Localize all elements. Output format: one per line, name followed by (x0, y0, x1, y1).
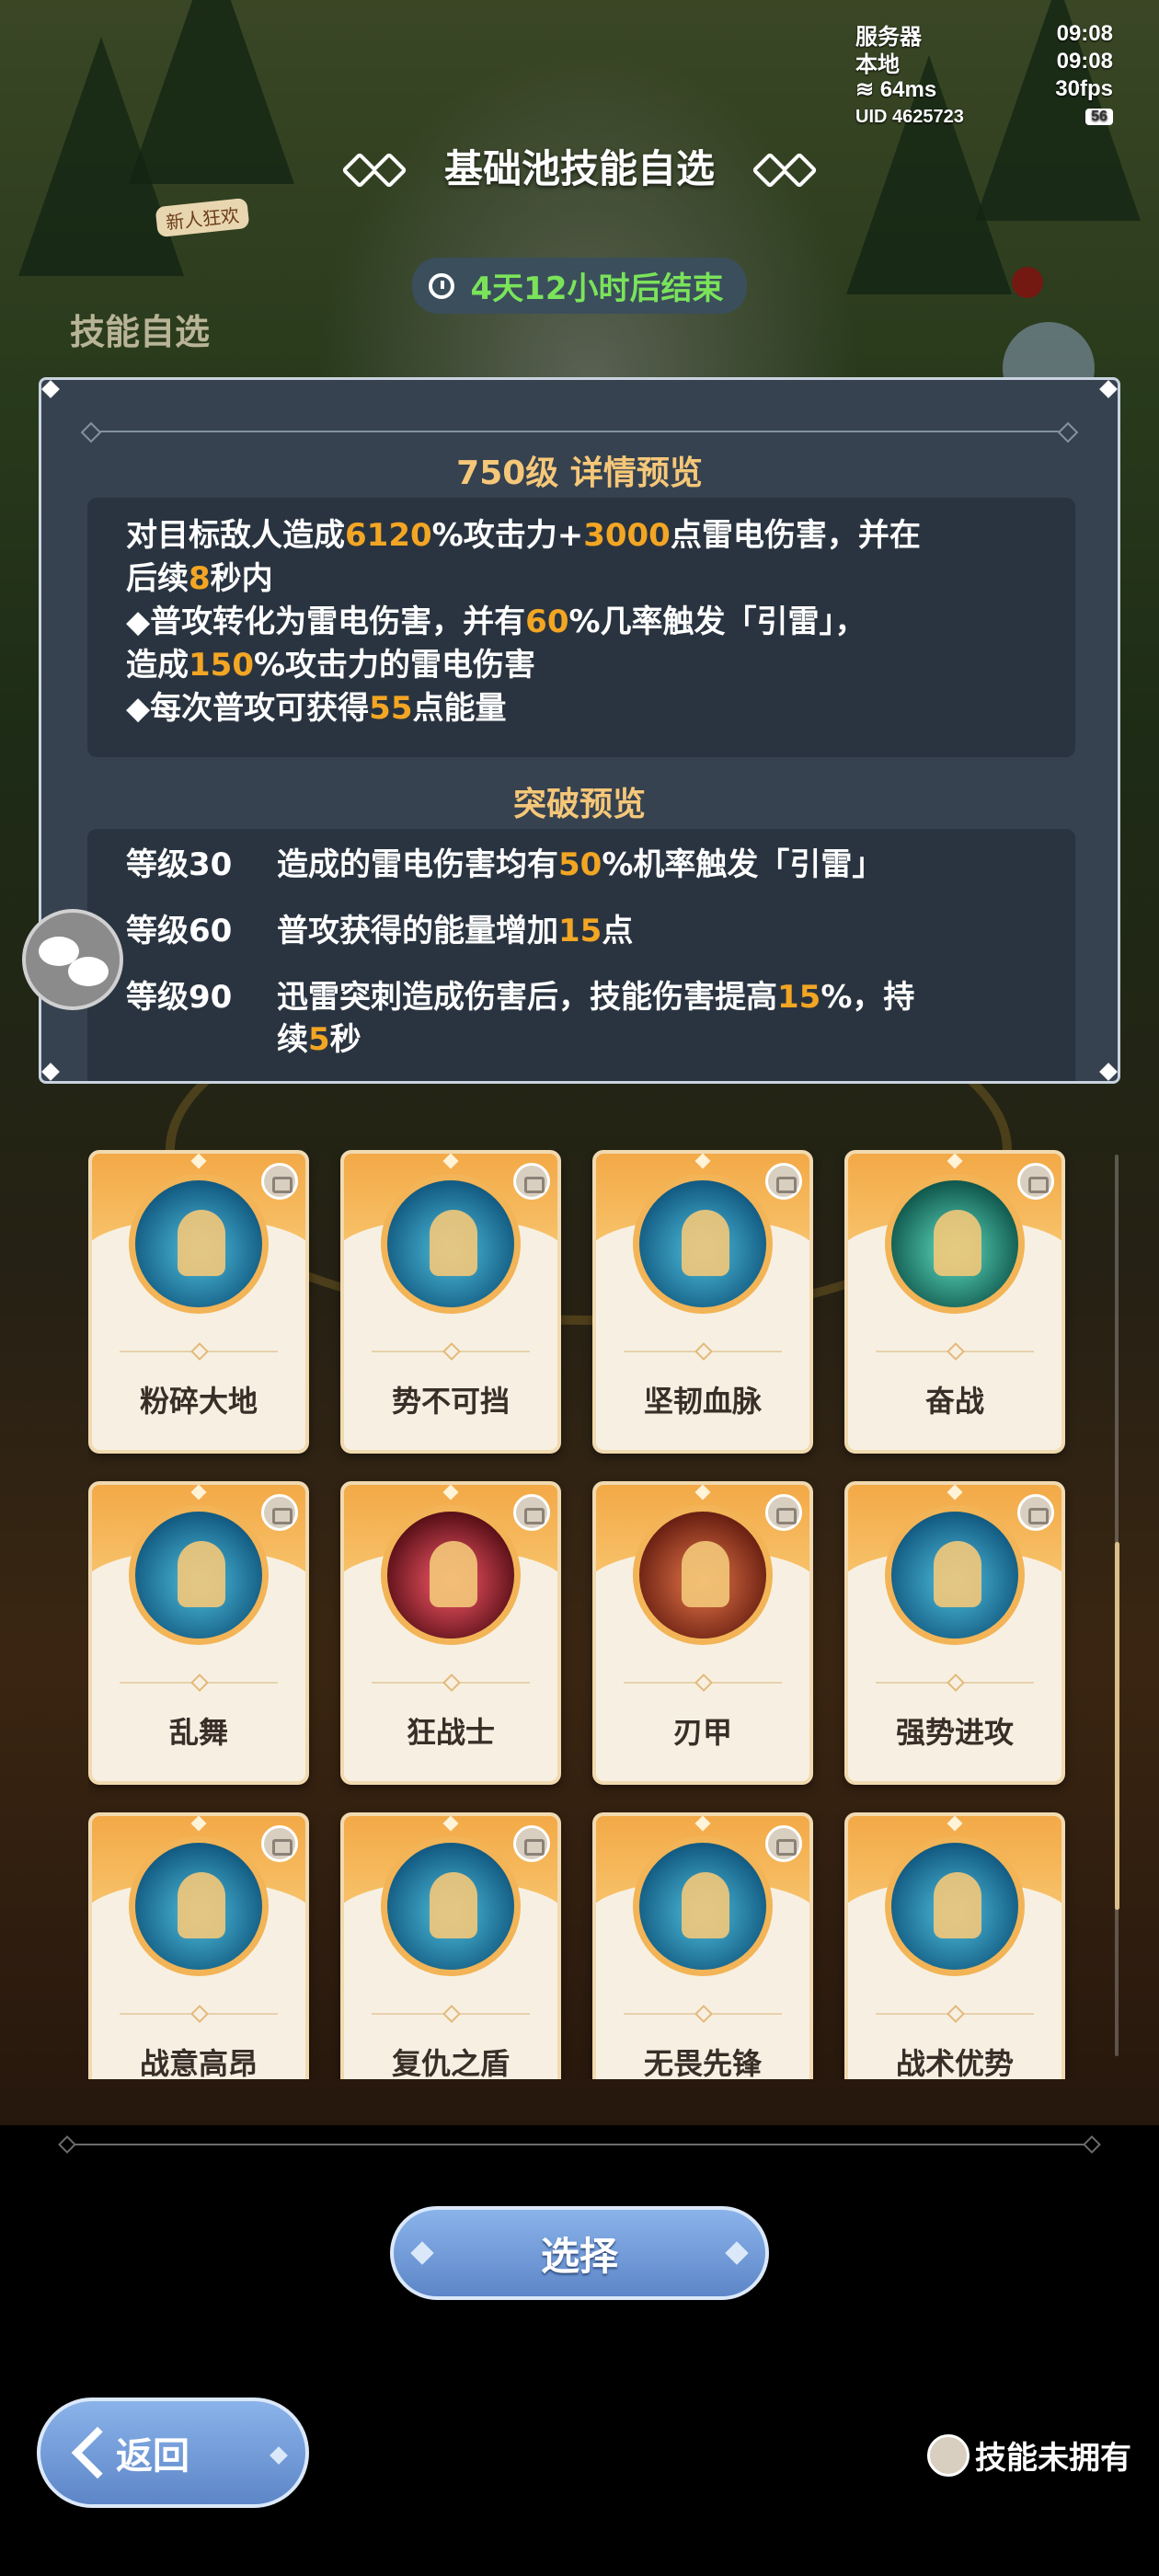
skill-name: 战意高昂 (139, 2046, 258, 2079)
select-button[interactable]: 选择 (390, 2206, 769, 2300)
skill-card[interactable]: 强势进攻 (844, 1481, 1065, 1785)
skill-name: 奋战 (924, 1384, 984, 1419)
title-ornament-right-icon (737, 151, 820, 189)
corner-ornament-icon (1099, 1063, 1118, 1081)
footer-divider (74, 2144, 1085, 2145)
lock-icon (261, 1825, 298, 1862)
unowned-legend-label: 技能未拥有 (975, 2440, 1131, 2477)
breakthrough-item: 等级90 迅雷突刺造成伤害后，技能伤害提高15%，持 续5秒 (126, 976, 1037, 1081)
fps-value: 30fps (1055, 76, 1113, 101)
battery-icon: 56 (1085, 109, 1113, 125)
countdown-text: 4天12小时后结束 (470, 270, 724, 307)
skill-grid-scroll-thumb[interactable] (1115, 1542, 1119, 1910)
local-label: 本地 (855, 52, 900, 77)
skill-name: 复仇之盾 (391, 2046, 510, 2079)
server-time: 09:08 (1056, 21, 1113, 46)
page-title-text: 基础池技能自选 (443, 146, 715, 191)
skill-name: 无畏先锋 (643, 2046, 762, 2079)
skill-card[interactable]: 奋战 (844, 1150, 1065, 1454)
local-time: 09:08 (1056, 49, 1113, 74)
skill-grid[interactable]: 粉碎大地 势不可挡 坚韧血脉 奋战 乱舞 狂战士 刃甲 强势进攻 战意高昂 复仇… (88, 1150, 1082, 2079)
lock-icon (261, 1163, 298, 1200)
corner-ornament-icon (41, 380, 60, 398)
footer-bar (0, 2125, 1159, 2576)
back-button[interactable]: 返回 (37, 2398, 309, 2508)
page-title: 基础池技能自选 (339, 138, 820, 194)
skill-name: 战术优势 (895, 2046, 1014, 2079)
skill-name: 势不可挡 (391, 1384, 510, 1419)
sparkle-icon (725, 2241, 749, 2265)
skill-card[interactable]: 乱舞 (88, 1481, 309, 1785)
uid-value: UID 4625723 (855, 106, 964, 127)
skill-detail-panel[interactable]: 750级 详情预览 对目标敌人造成6120%攻击力+3000点雷电伤害，并在 后… (39, 377, 1120, 1084)
back-button-label: 返回 (116, 2435, 189, 2478)
skill-card[interactable]: 狂战士 (340, 1481, 561, 1785)
skill-card[interactable]: 势不可挡 (340, 1150, 561, 1454)
chat-bubble-icon[interactable] (22, 909, 123, 1010)
breakthrough-level: 等级90 (126, 979, 233, 1016)
skill-card[interactable]: 战意高昂 (88, 1812, 309, 2079)
unowned-legend: 技能未拥有 (927, 2432, 1131, 2478)
skill-card[interactable]: 刃甲 (592, 1481, 813, 1785)
skill-card[interactable]: 坚韧血脉 (592, 1150, 813, 1454)
skill-card[interactable]: 无畏先锋 (592, 1812, 813, 2079)
sparkle-icon (270, 2446, 288, 2465)
skill-card[interactable]: 战术优势 (844, 1812, 1065, 2079)
title-ornament-left-icon (339, 151, 422, 189)
corner-ornament-icon (41, 1063, 60, 1081)
skill-name: 乱舞 (168, 1715, 228, 1750)
clock-icon (428, 272, 454, 299)
ping-value: 64ms (879, 76, 937, 102)
lock-icon (765, 1163, 802, 1200)
sparkle-icon (410, 2241, 434, 2265)
lock-icon (513, 1825, 550, 1862)
skill-description: 对目标敌人造成6120%攻击力+3000点雷电伤害，并在 后续8秒内 ◆普攻转化… (87, 498, 1075, 757)
lock-icon (765, 1825, 802, 1862)
breakthrough-level: 等级30 (126, 846, 233, 883)
countdown-timer: 4天12小时后结束 (411, 258, 748, 314)
skill-name: 狂战士 (406, 1715, 495, 1750)
skill-card[interactable]: 复仇之盾 (340, 1812, 561, 2079)
wifi-icon: ≋ (855, 76, 875, 102)
lock-icon (1017, 1163, 1054, 1200)
select-button-label: 选择 (540, 2233, 618, 2279)
lock-icon (927, 2433, 970, 2477)
skill-name: 粉碎大地 (139, 1384, 258, 1419)
lock-icon (1017, 1494, 1054, 1531)
lock-icon (765, 1494, 802, 1531)
breakthrough-preview-title: 突破预览 (512, 786, 646, 823)
skill-name: 坚韧血脉 (643, 1384, 762, 1419)
breakthrough-item: 等级60 普攻获得的能量增加15点 (126, 910, 1037, 976)
panel-divider (97, 431, 1062, 432)
corner-ornament-icon (1099, 380, 1118, 398)
lock-icon (513, 1494, 550, 1531)
network-status-overlay: 服务器 09:08 本地 09:08 ≋ 64ms 30fps UID 4625723… (855, 20, 1113, 131)
skill-name: 刃甲 (672, 1715, 732, 1750)
lock-icon (261, 1494, 298, 1531)
skill-card[interactable]: 粉碎大地 (88, 1150, 309, 1454)
breakthrough-item: 等级30 造成的雷电伤害均有50%机率触发「引雷」 (126, 844, 1037, 910)
breakthrough-level: 等级60 (126, 913, 233, 949)
breakthrough-list: 等级30 造成的雷电伤害均有50%机率触发「引雷」 等级60 普攻获得的能量增加… (87, 829, 1075, 1081)
level-preview-title: 750级 详情预览 (456, 454, 703, 492)
lock-icon (513, 1163, 550, 1200)
skill-name: 强势进攻 (895, 1715, 1014, 1750)
